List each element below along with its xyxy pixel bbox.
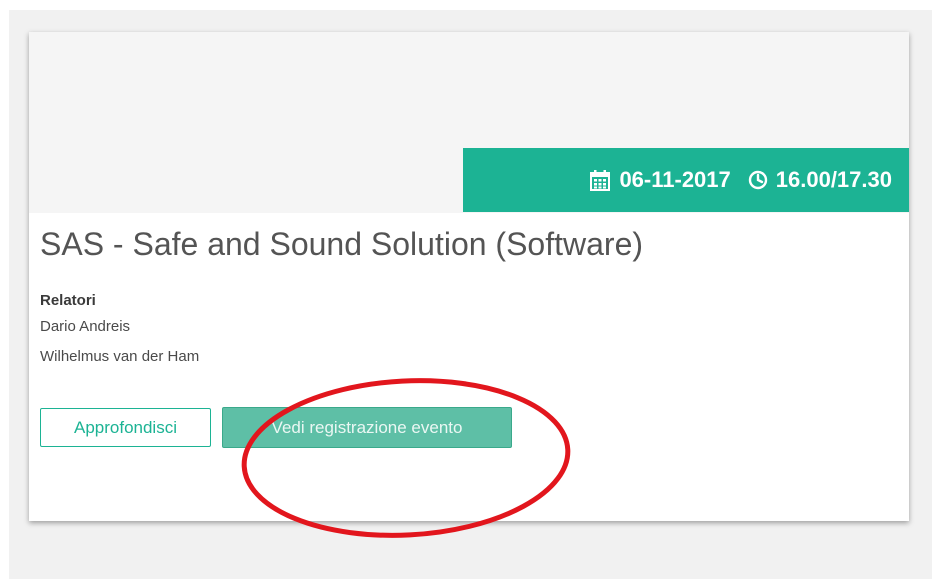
calendar-icon xyxy=(590,169,611,191)
date-time-badge: 06-11-2017 16.00/17.30 xyxy=(463,148,909,212)
event-date: 06-11-2017 xyxy=(619,167,731,192)
clock-icon xyxy=(748,170,768,190)
event-title: SAS - Safe and Sound Solution (Software) xyxy=(40,226,644,262)
speaker-name: Wilhelmus van der Ham xyxy=(40,348,200,365)
event-time: 16.00/17.30 xyxy=(775,167,892,192)
view-recording-button[interactable]: Vedi registrazione evento xyxy=(222,407,512,448)
speaker-name: Dario Andreis xyxy=(40,318,131,335)
details-button[interactable]: Approfondisci xyxy=(40,408,211,447)
page: 06-11-2017 16.00/17.30 SAS - Safe and So… xyxy=(0,0,932,579)
speakers-heading: Relatori xyxy=(40,292,96,309)
